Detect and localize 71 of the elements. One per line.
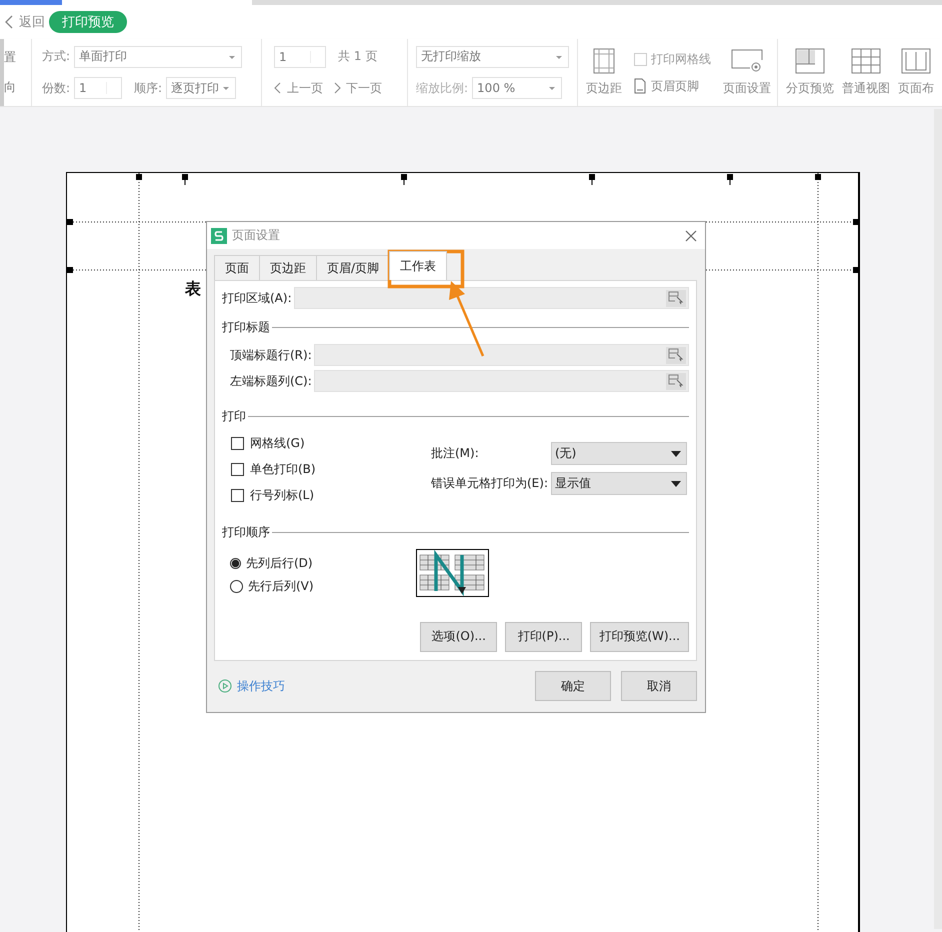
section-heading: 打印 [222, 408, 246, 425]
field-label: 批注(M): [431, 445, 480, 462]
dialog-button[interactable]: 打印(P)... [505, 622, 582, 652]
print-option-checkbox[interactable]: 单色打印(B) [231, 461, 431, 478]
section-heading: 打印标题 [222, 319, 270, 336]
dialog-button[interactable]: 确定 [535, 671, 611, 702]
print-option-checkbox[interactable]: 行号列标(L) [231, 487, 431, 504]
back-button[interactable]: 返回 [4, 13, 45, 31]
order-radio[interactable]: 先列后行(D) [230, 555, 313, 572]
order-label: 顺序: [134, 80, 162, 97]
chevron-left-icon [274, 82, 282, 94]
copies-spinner[interactable]: 1 [74, 77, 122, 100]
tips-link[interactable]: 操作技巧 [214, 678, 285, 695]
print-mode-select[interactable]: 单面打印 [74, 46, 242, 68]
view-button[interactable]: 分页预览 [786, 48, 834, 97]
field-label: 左端标题列(C): [230, 372, 312, 390]
view-button[interactable]: 页面布 [898, 48, 934, 97]
radio-icon[interactable] [230, 580, 243, 593]
dropdown[interactable]: 显示值 [551, 472, 687, 495]
view-button[interactable]: 普通视图 [842, 48, 890, 97]
chevron-right-icon [333, 82, 341, 94]
field-label: 错误单元格打印为(E): [431, 475, 549, 492]
margins-button[interactable]: 页边距 [586, 48, 622, 97]
print-option-checkbox[interactable]: 网格线(G) [231, 435, 431, 452]
toolbar-label: 向 [4, 78, 16, 96]
page-margins-icon [593, 48, 615, 74]
page-setup-button[interactable]: 页面设置 [723, 48, 771, 97]
scale-select[interactable]: 100 % [472, 77, 562, 100]
caret-icon [671, 480, 681, 486]
dialog-tab[interactable]: 页面 [214, 255, 260, 280]
dropdown[interactable]: (无) [551, 442, 687, 465]
mode-badge: 打印预览 [49, 11, 127, 33]
dialog-button[interactable]: 打印预览(W)... [590, 622, 689, 652]
title-range-field[interactable] [314, 370, 689, 392]
close-icon[interactable] [685, 230, 697, 242]
title-range-field[interactable] [314, 344, 689, 366]
copies-label: 份数: [42, 80, 70, 97]
radio-icon[interactable] [230, 558, 241, 569]
mode-label: 方式: [42, 48, 70, 66]
field-label: 顶端标题行(R): [230, 346, 312, 364]
chevron-left-icon [4, 15, 14, 29]
header-footer-button[interactable]: 页眉页脚 [634, 78, 711, 94]
dialog-button[interactable]: 选项(O)... [420, 622, 498, 652]
page-total: 共 1 页 [338, 48, 378, 66]
order-select[interactable]: 逐页打印 [166, 77, 236, 100]
range-picker-icon[interactable] [666, 290, 686, 306]
grid-icon [851, 48, 881, 74]
next-page-button[interactable]: 下一页 [333, 80, 388, 97]
dialog-title: 页面设置 [232, 227, 280, 244]
range-picker-icon[interactable] [666, 372, 686, 390]
toolbar-label: 置 [4, 49, 16, 66]
dialog-button[interactable]: 取消 [621, 671, 697, 702]
print-area-field[interactable] [294, 287, 689, 309]
caret-icon [671, 450, 681, 456]
columns-icon [901, 48, 931, 74]
section-heading: 打印顺序 [222, 524, 270, 541]
page-settings-icon [730, 48, 764, 74]
play-icon [218, 679, 232, 694]
sheet-title: 表 [185, 279, 201, 298]
dialog-tab[interactable]: 工作表 [389, 251, 448, 280]
field-label: 打印区域(A): [222, 290, 292, 306]
page-break-icon [795, 48, 825, 74]
document-icon [634, 78, 646, 94]
app-logo-icon [211, 228, 227, 244]
page-spinner[interactable]: 1 [274, 46, 326, 68]
order-radio[interactable]: 先行后列(V) [230, 578, 314, 595]
previous-page-button[interactable]: 上一页 [274, 80, 329, 97]
scale-label: 缩放比例: [416, 80, 468, 97]
range-picker-icon[interactable] [666, 346, 686, 364]
gridlines-checkbox[interactable]: 打印网格线 [634, 50, 711, 68]
scaling-select[interactable]: 无打印缩放 [416, 46, 569, 68]
